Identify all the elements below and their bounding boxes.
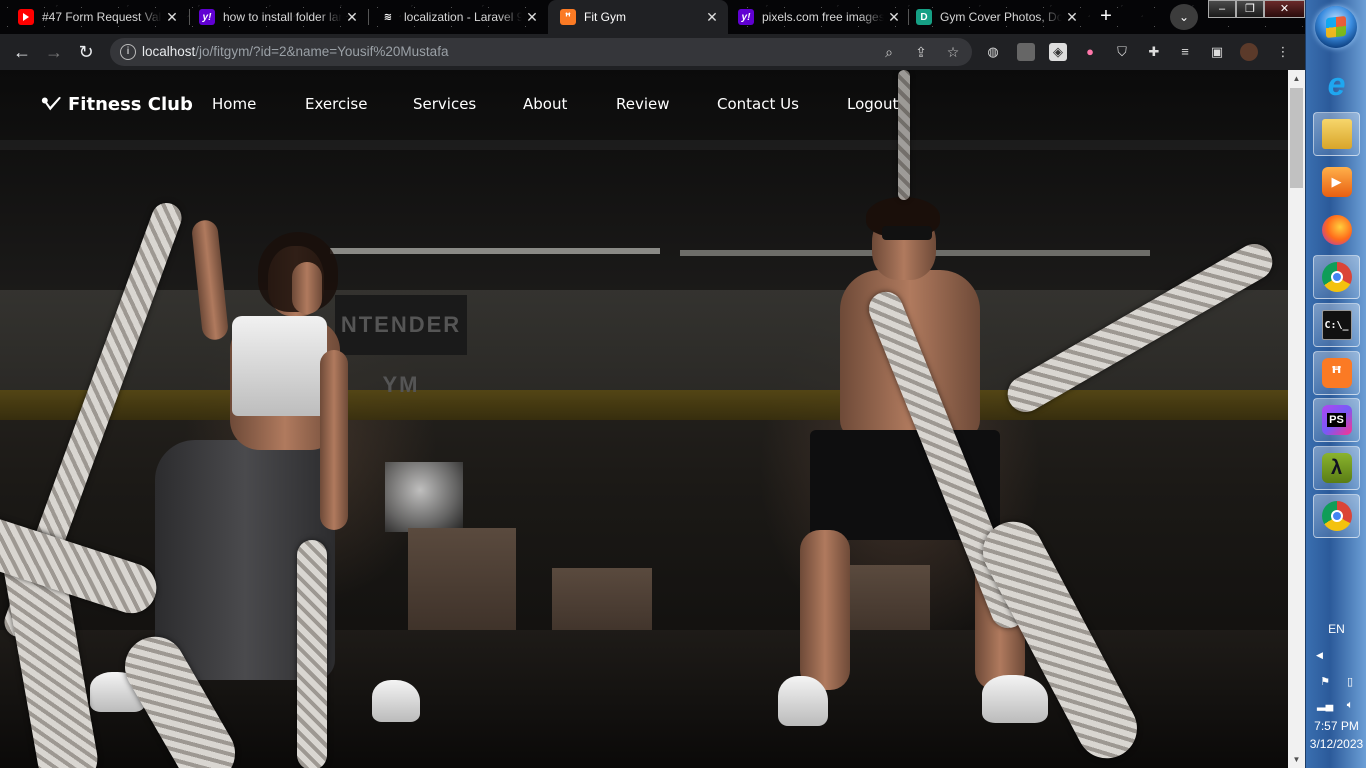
site-logo[interactable]: Fitness Club: [41, 94, 193, 115]
scroll-down-arrow-icon[interactable]: ▼: [1288, 751, 1305, 768]
share-icon[interactable]: ⇪: [912, 43, 930, 61]
taskbar-file-explorer[interactable]: [1313, 112, 1360, 156]
side-panel-icon[interactable]: ▣: [1208, 43, 1226, 61]
gym-wall-sign: NTENDER YM: [335, 295, 467, 397]
tab-fit-gym[interactable]: ꟸ Fit Gym ✕: [548, 0, 728, 34]
taskbar-command-prompt[interactable]: C:\_: [1313, 303, 1360, 347]
globe-extension-icon[interactable]: ◍: [984, 43, 1002, 61]
address-bar[interactable]: i localhost/jo/fitgym/?id=2&name=Yousif%…: [110, 38, 972, 66]
extension-icon[interactable]: ●: [1081, 43, 1099, 61]
battery-icon[interactable]: ▯: [1342, 674, 1358, 690]
close-icon[interactable]: ✕: [342, 9, 362, 26]
start-button[interactable]: [1315, 6, 1357, 48]
nav-review[interactable]: Review: [616, 95, 670, 113]
extension-icon[interactable]: ◈: [1049, 43, 1067, 61]
xampp-icon: ꟸ: [1321, 358, 1352, 388]
folder-icon: [1321, 119, 1352, 149]
taskbar-lambda-app[interactable]: λ: [1313, 446, 1360, 490]
xampp-icon: ꟸ: [560, 9, 576, 25]
tab-search-button[interactable]: ⌄: [1170, 4, 1198, 30]
taskbar-firefox[interactable]: [1313, 208, 1360, 252]
nav-about[interactable]: About: [523, 95, 567, 113]
show-hidden-icons-icon[interactable]: ◀: [1316, 650, 1323, 661]
yahoo-icon: y!: [199, 9, 215, 25]
dumbbell-heart-icon: [41, 96, 61, 110]
tab-strip: #47 Form Request Validation ✕ y! how to …: [0, 0, 1305, 34]
close-window-button[interactable]: ✕: [1264, 0, 1305, 18]
phpstorm-icon: PS: [1321, 405, 1352, 435]
yahoo-icon: y!: [738, 9, 754, 25]
tab-youtube[interactable]: #47 Form Request Validation ✕: [0, 0, 188, 34]
tab-yahoo-lang[interactable]: y! how to install folder lang laravel ✕: [181, 0, 368, 34]
tab-title: Gym Cover Photos, Download: [940, 10, 1062, 24]
zoom-icon[interactable]: ⌕: [880, 43, 898, 61]
media-player-icon: ▶: [1321, 167, 1352, 197]
volume-icon[interactable]: 🔈︎: [1342, 697, 1358, 713]
chrome-icon: [1321, 262, 1352, 292]
minimize-button[interactable]: –: [1208, 0, 1236, 18]
stackoverflow-icon: ≋: [383, 11, 393, 23]
nav-logout[interactable]: Logout: [847, 95, 898, 113]
clock-time[interactable]: 7:57 PM: [1306, 719, 1366, 733]
taskbar-phpstorm[interactable]: PS: [1313, 398, 1360, 442]
clock-date[interactable]: 3/12/2023: [1306, 737, 1366, 751]
reload-button[interactable]: ↻: [74, 40, 98, 64]
nav-contact-us[interactable]: Contact Us: [717, 95, 799, 113]
browser-toolbar: ← → ↻ i localhost/jo/fitgym/?id=2&name=Y…: [0, 34, 1305, 70]
youtube-icon: [18, 9, 34, 25]
action-center-flag-icon[interactable]: ⚑: [1317, 674, 1333, 690]
page-scrollbar[interactable]: ▲ ▼: [1288, 70, 1305, 768]
tab-stackoverflow[interactable]: ≋ localization - Laravel 9 ✕: [362, 0, 548, 34]
d-icon: D: [916, 9, 932, 25]
back-button[interactable]: ←: [10, 40, 34, 64]
media-controls-icon[interactable]: ≡: [1176, 43, 1194, 61]
close-icon[interactable]: ✕: [522, 9, 542, 26]
close-icon[interactable]: ✕: [702, 9, 722, 26]
forward-button[interactable]: →: [42, 40, 66, 64]
chrome-icon: [1321, 501, 1352, 531]
tab-title: pixels.com free images: [762, 10, 884, 24]
tab-yahoo-pixels[interactable]: y! pixels.com free images ✕: [720, 0, 910, 34]
tab-title: localization - Laravel 9: [404, 10, 522, 24]
nav-exercise[interactable]: Exercise: [305, 95, 367, 113]
menu-icon[interactable]: ⋮: [1274, 43, 1292, 61]
profile-avatar-icon[interactable]: [1240, 43, 1258, 61]
taskbar-media-player[interactable]: ▶: [1313, 160, 1360, 204]
scroll-up-arrow-icon[interactable]: ▲: [1288, 70, 1305, 87]
command-prompt-icon: C:\_: [1321, 310, 1352, 340]
close-icon[interactable]: ✕: [162, 9, 182, 26]
info-icon[interactable]: i: [120, 44, 136, 60]
extension-icon[interactable]: [1017, 43, 1035, 61]
language-indicator[interactable]: EN: [1306, 622, 1366, 636]
restore-button[interactable]: ❐: [1236, 0, 1264, 18]
shield-extension-icon[interactable]: ⛉: [1113, 43, 1131, 61]
tab-title: #47 Form Request Validation: [42, 10, 162, 24]
internet-explorer-icon: e: [1327, 65, 1346, 102]
tab-title: Fit Gym: [584, 10, 626, 24]
taskbar-internet-explorer[interactable]: e: [1313, 62, 1360, 106]
scroll-thumb[interactable]: [1290, 88, 1303, 188]
puzzle-extensions-icon[interactable]: ✚: [1145, 43, 1163, 61]
nav-home[interactable]: Home: [212, 95, 256, 113]
page-hero: NTENDER YM Fitness Club Home Exercise Se…: [0, 70, 1288, 768]
close-icon[interactable]: ✕: [1062, 9, 1082, 26]
battle-rope: [297, 540, 327, 768]
taskbar-chrome[interactable]: [1313, 255, 1360, 299]
site-navbar: Fitness Club Home Exercise Services Abou…: [0, 70, 1288, 140]
url-text[interactable]: localhost/jo/fitgym/?id=2&name=Yousif%20…: [142, 44, 448, 59]
tab-gym-cover[interactable]: D Gym Cover Photos, Download ✕: [898, 0, 1088, 34]
browser-window: #47 Form Request Validation ✕ y! how to …: [0, 0, 1305, 768]
network-signal-icon[interactable]: ▂▄: [1317, 697, 1333, 713]
site-brand: Fitness Club: [68, 94, 193, 115]
lambda-icon: λ: [1321, 453, 1352, 483]
nav-services[interactable]: Services: [413, 95, 476, 113]
taskbar-xampp[interactable]: ꟸ: [1313, 351, 1360, 395]
firefox-icon: [1321, 215, 1352, 245]
tab-title: how to install folder lang laravel: [223, 10, 342, 24]
new-tab-button[interactable]: +: [1094, 6, 1118, 28]
taskbar-chrome-profile[interactable]: [1313, 494, 1360, 538]
bookmark-star-icon[interactable]: ☆: [944, 43, 962, 61]
windows-taskbar: e ▶ C:\_ ꟸ PS λ EN ◀ ⚑ ▯ ▂▄ 🔈︎ 7:57 PM 3…: [1305, 0, 1366, 768]
